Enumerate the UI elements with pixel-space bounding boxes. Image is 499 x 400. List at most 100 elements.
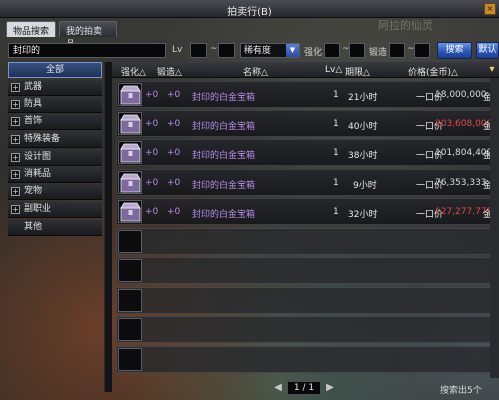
item-period: 32小时 [348,210,378,220]
expand-plus-icon[interactable]: + [11,117,20,126]
table-row[interactable]: +0 +0 封印的白金宝箱 1 21小时 一口价 18,000,000 金币 [116,81,499,108]
table-row-empty[interactable] [116,257,499,284]
column-price[interactable]: 价格(金币)△ [408,65,458,78]
prev-page-icon[interactable]: ◀ [272,382,284,394]
search-button[interactable]: 搜索 [437,42,472,59]
rarity-select[interactable]: 稀有度 ▼ [240,43,300,58]
item-period: 21小时 [348,93,378,103]
category-sidebar: 全部 + 武器 + 防具 + 首饰 + 特殊装备 + 设计图 + 消耗品 + 宠… [8,62,102,392]
sidebar-item-armor[interactable]: + 防具 [8,97,102,113]
column-enhance[interactable]: 强化△ [121,65,146,78]
chevron-down-icon[interactable]: ▼ [286,44,299,57]
forge-label: 锻造 [369,48,388,58]
table-row[interactable]: +0 +0 封印的白金宝箱 1 38小时 一口价 101,804,400 金币 [116,139,499,166]
watermark-text: 阿拉的仙灵 [378,19,433,32]
item-slot [118,83,142,106]
sidebar-item-blueprints[interactable]: + 设计图 [8,150,102,166]
reset-button[interactable]: 默认 [476,42,499,59]
item-slot [118,348,142,371]
table-row[interactable]: +0 +0 封印的白金宝箱 1 32小时 一口价 127,277,775 金币 [116,198,499,225]
enhance-value: +0 [145,90,159,100]
tab-my-auctions[interactable]: 我的拍卖品 [59,21,117,50]
item-price: 76,353,333 [435,178,487,188]
results-scrollbar[interactable] [490,78,499,378]
sidebar-item-subclass[interactable]: + 副职业 [8,202,102,218]
treasure-chest-icon [120,85,141,105]
sidebar-item-pets[interactable]: + 宠物 [8,184,102,200]
enhance-min-input[interactable] [324,43,340,58]
item-qty: 1 [333,178,339,188]
search-input[interactable]: 封印的 [8,43,166,58]
table-row[interactable]: +0 +0 封印的白金宝箱 1 9小时 一口价 76,353,333 金币 [116,169,499,196]
enhance-value: +0 [145,178,159,188]
forge-max-input[interactable] [414,43,430,58]
item-name: 封印的白金宝箱 [192,93,256,103]
table-row-empty[interactable] [116,346,499,373]
sidebar-item-label: 武器 [24,82,43,92]
sidebar-scrollbar[interactable] [104,62,112,392]
expand-plus-icon[interactable]: + [11,83,20,92]
results-header: 强化△ 锻造△ 名称△ Lv△ 期限△ 价格(金币)△ ▾ [112,62,499,78]
item-name: 封印的白金宝箱 [192,151,256,161]
table-row-empty[interactable] [116,287,499,314]
sidebar-item-special-equipment[interactable]: + 特殊装备 [8,132,102,148]
table-row-empty[interactable] [116,228,499,255]
item-qty: 1 [333,119,339,129]
sidebar-item-weapons[interactable]: + 武器 [8,80,102,96]
sidebar-item-all[interactable]: 全部 [8,62,102,78]
item-slot [118,230,142,253]
results-panel: 强化△ 锻造△ 名称△ Lv△ 期限△ 价格(金币)△ ▾ +0 +0 封印的白… [112,62,499,380]
item-slot [118,289,142,312]
enhance-value: +0 [145,207,159,217]
table-row[interactable]: +0 +0 封印的白金宝箱 1 40小时 一口价 203,608,000 金币 [116,110,499,137]
window-titlebar[interactable]: 拍卖行(B) × [0,0,499,18]
column-name[interactable]: 名称△ [243,65,268,78]
item-slot [118,318,142,341]
sidebar-item-label: 设计图 [24,152,52,162]
lv-label: Lv [172,45,183,55]
expand-plus-icon[interactable]: + [11,187,20,196]
treasure-chest-icon [120,143,141,163]
sidebar-item-accessories[interactable]: + 首饰 [8,114,102,130]
enhance-max-input[interactable] [349,43,365,58]
column-period[interactable]: 期限△ [345,65,370,78]
enhance-value: +0 [145,119,159,129]
item-slot [118,200,142,223]
sidebar-item-consumables[interactable]: + 消耗品 [8,167,102,183]
forge-value: +0 [167,207,181,217]
enhance-label: 强化 [304,48,323,58]
lv-max-input[interactable] [218,43,235,58]
sidebar-item-label: 首饰 [24,116,43,126]
lv-range-tilde: ~ [210,44,218,54]
expand-plus-icon[interactable]: + [11,170,20,179]
page-indicator: 1 / 1 [287,381,321,395]
results-footer: ◀ 1 / 1 ▶ 搜索出5个 [0,380,499,400]
expand-plus-icon[interactable]: + [11,135,20,144]
sidebar-item-label: 消耗品 [24,169,52,179]
sidebar-item-label: 副职业 [24,204,52,214]
table-row-empty[interactable] [116,316,499,343]
close-icon[interactable]: × [484,3,496,15]
expand-plus-icon[interactable]: + [11,205,20,214]
expand-plus-icon[interactable]: + [11,153,20,162]
forge-min-input[interactable] [389,43,405,58]
item-qty: 1 [333,207,339,217]
column-lv[interactable]: Lv△ [325,65,342,75]
sidebar-item-other[interactable]: 其他 [8,220,102,236]
next-page-icon[interactable]: ▶ [324,382,336,394]
item-slot [118,112,142,135]
item-name: 封印的白金宝箱 [192,210,256,220]
item-qty: 1 [333,148,339,158]
column-forge[interactable]: 锻造△ [157,65,182,78]
item-price: 127,277,775 [435,207,493,217]
expand-plus-icon[interactable]: + [11,100,20,109]
sidebar-item-label: 防具 [24,99,43,109]
item-price: 203,608,000 [435,119,493,129]
item-slot [118,171,142,194]
tab-item-search[interactable]: 物品搜索 [6,21,56,37]
forge-value: +0 [167,148,181,158]
sort-icon[interactable]: ▾ [487,64,497,75]
treasure-chest-icon [120,114,141,134]
item-name: 封印的白金宝箱 [192,122,256,132]
lv-min-input[interactable] [190,43,207,58]
